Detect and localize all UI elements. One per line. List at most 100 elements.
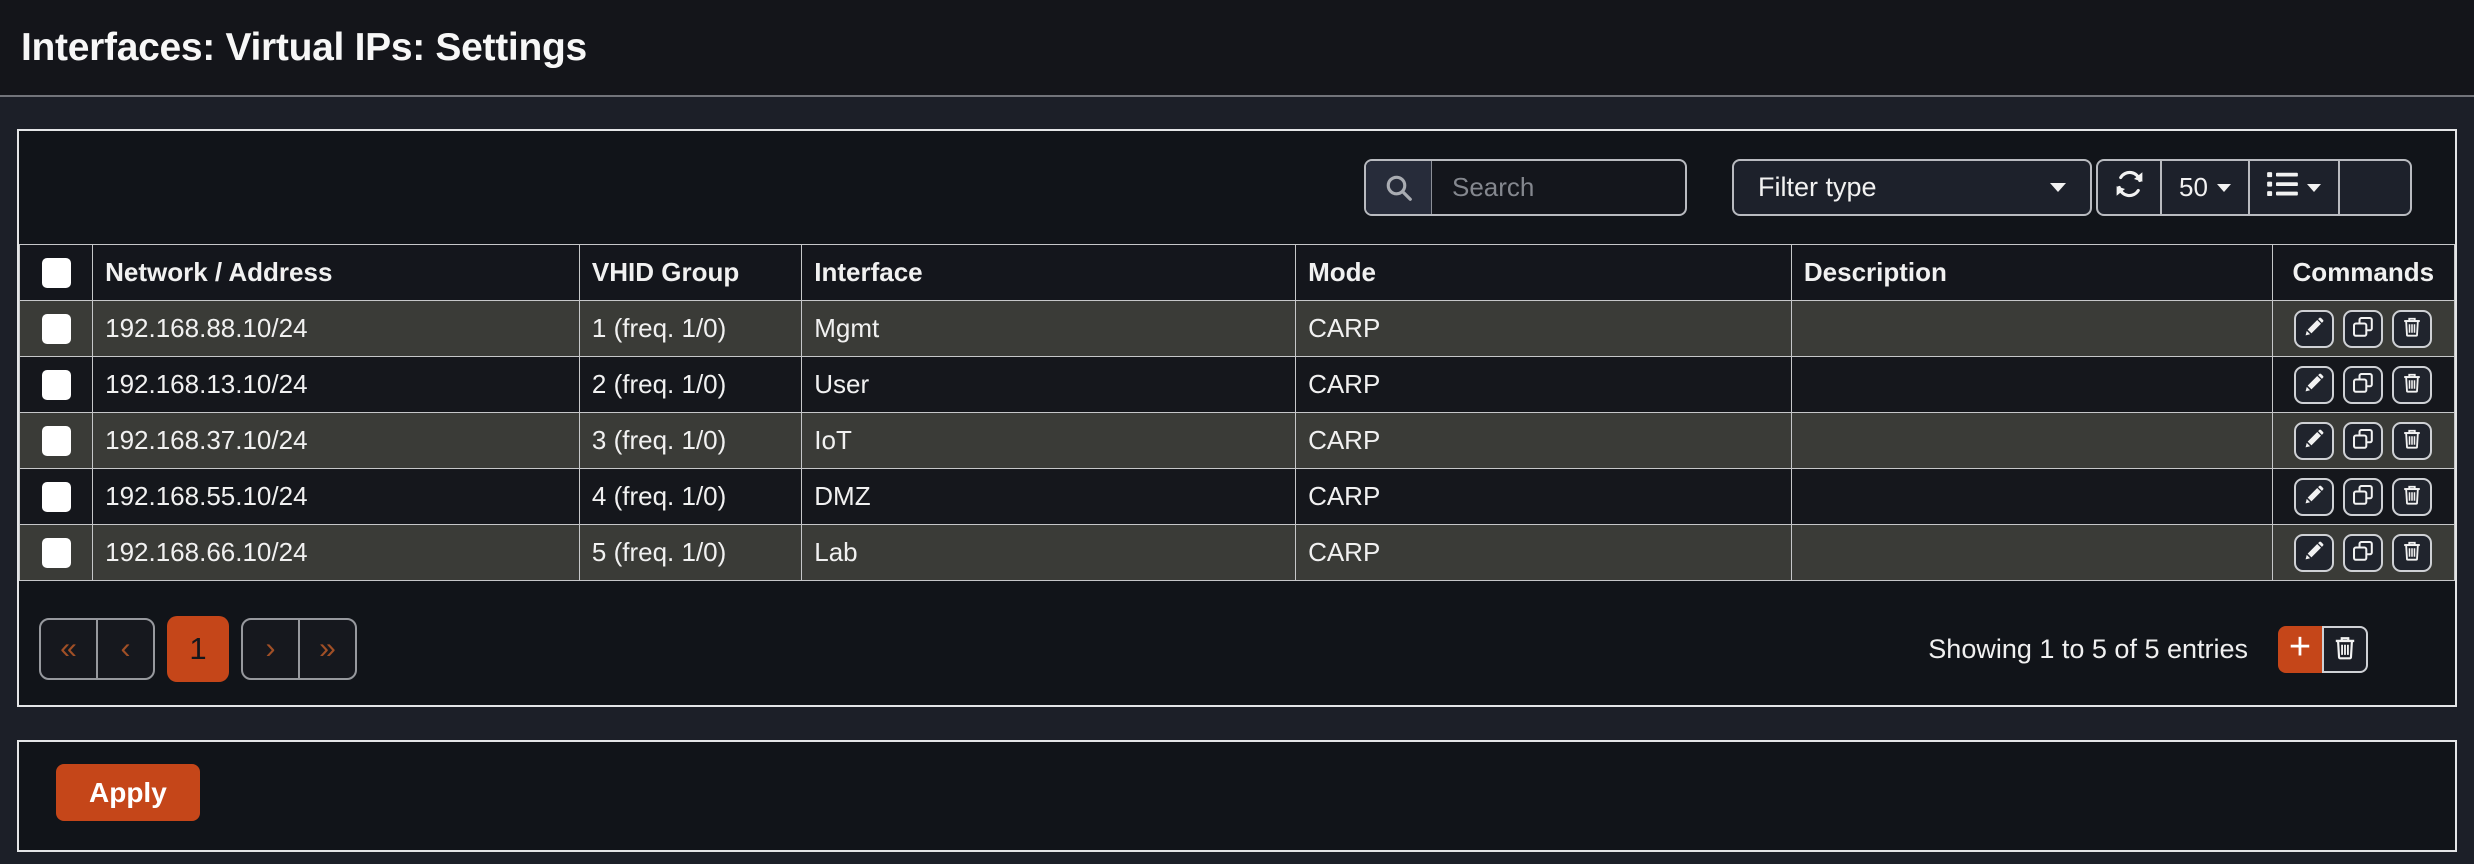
prev-page-button[interactable]: ‹: [96, 618, 155, 680]
select-all-checkbox[interactable]: [42, 258, 71, 288]
delete-button[interactable]: [2392, 478, 2432, 516]
clone-button[interactable]: [2343, 478, 2383, 516]
grid-actions-group: 50: [2096, 159, 2412, 216]
virtual-ips-panel: Filter type: [17, 129, 2457, 707]
row-checkbox[interactable]: [42, 538, 71, 568]
page-content: Filter type: [0, 97, 2474, 852]
edit-button[interactable]: [2294, 366, 2334, 404]
cell-network: 192.168.13.10/24: [93, 357, 580, 413]
cell-description: [1791, 469, 2272, 525]
trash-icon: [2401, 540, 2423, 565]
delete-selected-button[interactable]: [2322, 626, 2368, 673]
cell-mode: CARP: [1296, 301, 1792, 357]
grid-footer: « ‹ 1 › » Showing 1 to 5 of 5 entries +: [19, 617, 2455, 681]
table-row: 192.168.66.10/24 5 (freq. 1/0) Lab CARP: [20, 525, 2455, 581]
select-all-cell: [20, 245, 93, 301]
delete-button[interactable]: [2392, 310, 2432, 348]
clone-icon: [2352, 484, 2374, 509]
trash-icon: [2401, 372, 2423, 397]
pagination-forward-group: › »: [241, 618, 357, 680]
cell-network: 192.168.37.10/24: [93, 413, 580, 469]
delete-button[interactable]: [2392, 366, 2432, 404]
apply-panel: Apply: [17, 740, 2457, 852]
search-input[interactable]: [1432, 161, 1685, 214]
cell-description: [1791, 525, 2272, 581]
trash-icon: [2401, 428, 2423, 453]
add-button[interactable]: +: [2278, 626, 2322, 673]
cell-network: 192.168.55.10/24: [93, 469, 580, 525]
chevron-down-icon: [2050, 183, 2066, 192]
filter-type-select[interactable]: Filter type: [1732, 159, 2092, 216]
cell-mode: CARP: [1296, 413, 1792, 469]
cell-description: [1791, 301, 2272, 357]
last-page-button[interactable]: »: [298, 618, 357, 680]
pencil-icon: [2303, 484, 2325, 509]
grid-toolbar: Filter type: [19, 131, 2455, 244]
footer-actions: Showing 1 to 5 of 5 entries +: [1928, 626, 2368, 673]
pencil-icon: [2303, 428, 2325, 453]
search-group: [1364, 159, 1687, 216]
page-size-select[interactable]: 50: [2160, 159, 2250, 216]
cell-vhid: 2 (freq. 1/0): [579, 357, 801, 413]
clone-button[interactable]: [2343, 534, 2383, 572]
trash-icon: [2401, 316, 2423, 341]
column-header-interface[interactable]: Interface: [802, 245, 1296, 301]
table-header-row: Network / Address VHID Group Interface M…: [20, 245, 2455, 301]
refresh-button[interactable]: [2096, 159, 2162, 216]
pagination-back-group: « ‹: [39, 618, 155, 680]
clone-button[interactable]: [2343, 366, 2383, 404]
list-icon: [2267, 171, 2298, 204]
cell-mode: CARP: [1296, 525, 1792, 581]
pencil-icon: [2303, 316, 2325, 341]
column-header-mode[interactable]: Mode: [1296, 245, 1792, 301]
row-checkbox[interactable]: [42, 482, 71, 512]
filter-type-label: Filter type: [1758, 172, 1877, 203]
edit-button[interactable]: [2294, 534, 2334, 572]
cell-interface: Mgmt: [802, 301, 1296, 357]
refresh-icon: [2113, 169, 2146, 206]
row-checkbox[interactable]: [42, 370, 71, 400]
cell-description: [1791, 357, 2272, 413]
cell-network: 192.168.88.10/24: [93, 301, 580, 357]
page-title: Interfaces: Virtual IPs: Settings: [21, 26, 587, 70]
column-header-vhid[interactable]: VHID Group: [579, 245, 801, 301]
clone-button[interactable]: [2343, 422, 2383, 460]
clone-icon: [2352, 316, 2374, 341]
cell-interface: IoT: [802, 413, 1296, 469]
trash-icon: [2401, 484, 2423, 509]
row-checkbox[interactable]: [42, 426, 71, 456]
column-header-description[interactable]: Description: [1791, 245, 2272, 301]
table-row: 192.168.37.10/24 3 (freq. 1/0) IoT CARP: [20, 413, 2455, 469]
cell-interface: User: [802, 357, 1296, 413]
column-chooser-select[interactable]: [2248, 159, 2340, 216]
search-icon: [1366, 161, 1432, 214]
cell-mode: CARP: [1296, 469, 1792, 525]
cell-network: 192.168.66.10/24: [93, 525, 580, 581]
trash-icon: [2332, 635, 2358, 664]
clone-button[interactable]: [2343, 310, 2383, 348]
first-page-button[interactable]: «: [39, 618, 98, 680]
next-page-button[interactable]: ›: [241, 618, 300, 680]
page-1-button[interactable]: 1: [167, 616, 229, 682]
delete-button[interactable]: [2392, 422, 2432, 460]
cell-vhid: 4 (freq. 1/0): [579, 469, 801, 525]
blank-segment: [2338, 159, 2412, 216]
page-size-value: 50: [2179, 172, 2208, 203]
cell-interface: DMZ: [802, 469, 1296, 525]
edit-button[interactable]: [2294, 310, 2334, 348]
cell-vhid: 5 (freq. 1/0): [579, 525, 801, 581]
clone-icon: [2352, 372, 2374, 397]
cell-interface: Lab: [802, 525, 1296, 581]
edit-button[interactable]: [2294, 422, 2334, 460]
row-checkbox[interactable]: [42, 314, 71, 344]
apply-button[interactable]: Apply: [56, 764, 200, 821]
table-row: 192.168.13.10/24 2 (freq. 1/0) User CARP: [20, 357, 2455, 413]
cell-mode: CARP: [1296, 357, 1792, 413]
column-header-network[interactable]: Network / Address: [93, 245, 580, 301]
cell-description: [1791, 413, 2272, 469]
virtual-ips-table: Network / Address VHID Group Interface M…: [19, 244, 2455, 581]
chevron-down-icon: [2307, 184, 2321, 192]
delete-button[interactable]: [2392, 534, 2432, 572]
edit-button[interactable]: [2294, 478, 2334, 516]
table-row: 192.168.88.10/24 1 (freq. 1/0) Mgmt CARP: [20, 301, 2455, 357]
